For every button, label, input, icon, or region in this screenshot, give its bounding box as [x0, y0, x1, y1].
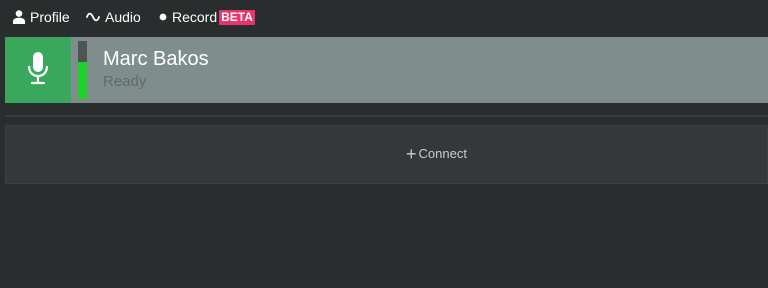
plus-icon: +: [406, 143, 417, 164]
nav-record-label: Record: [172, 9, 218, 25]
connect-label: Connect: [418, 146, 467, 161]
nav-profile[interactable]: Profile: [13, 7, 70, 27]
mute-toggle-button[interactable]: [5, 37, 71, 103]
nav-record[interactable]: Record BETA: [159, 7, 255, 27]
beta-badge: BETA: [219, 9, 255, 25]
participant-status: Ready: [103, 73, 147, 90]
nav-audio-label: Audio: [105, 9, 141, 25]
section-divider: [5, 115, 768, 117]
connect-button[interactable]: + Connect: [5, 125, 768, 184]
nav-profile-label: Profile: [30, 9, 70, 25]
waveform-icon: [86, 12, 100, 22]
participant-name: Marc Bakos: [103, 48, 209, 70]
audio-level-fill: [78, 61, 87, 99]
record-dot-icon: [159, 13, 167, 21]
connect-label-group: + Connect: [406, 143, 467, 164]
user-icon: [13, 10, 25, 24]
microphone-icon: [27, 51, 49, 90]
nav-audio[interactable]: Audio: [86, 7, 141, 27]
participant-row: Marc Bakos Ready: [5, 37, 768, 103]
audio-level-meter: [78, 41, 87, 99]
top-nav: Profile Audio Record BETA: [0, 0, 768, 34]
